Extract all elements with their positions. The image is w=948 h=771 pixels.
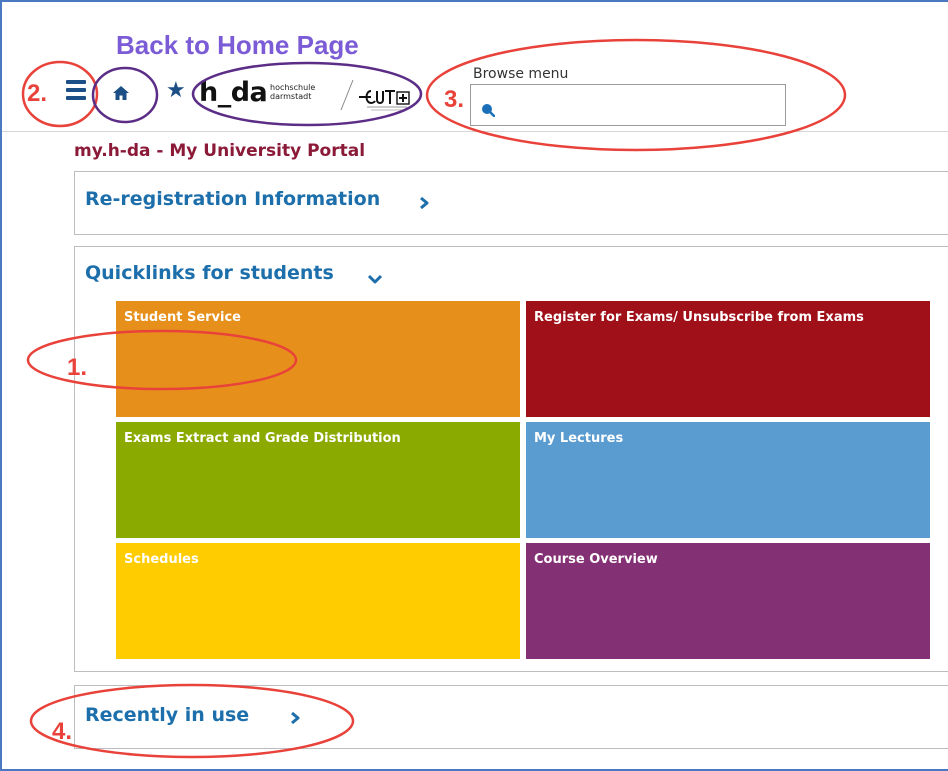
home-icon[interactable] (110, 82, 132, 104)
reregistration-card: Re-registration Information (74, 171, 948, 235)
tile-label: Register for Exams/ Unsubscribe from Exa… (534, 310, 864, 325)
star-icon[interactable]: ★ (166, 80, 186, 102)
tile-student-service[interactable]: Student Service (116, 301, 520, 417)
chevron-right-icon[interactable] (418, 196, 430, 210)
chevron-down-icon[interactable] (367, 273, 383, 285)
chevron-right-icon[interactable] (289, 711, 301, 725)
logo-subtitle: hochschule darmstadt (270, 83, 316, 101)
search-label: Browse menu (473, 66, 569, 82)
annotation-number-4: 4. (52, 718, 73, 745)
header-divider (2, 131, 948, 132)
reregistration-link[interactable]: Re-registration Information (85, 188, 380, 210)
tile-register-exams[interactable]: Register for Exams/ Unsubscribe from Exa… (526, 301, 930, 417)
quicklinks-card: Quicklinks for students Student Service … (74, 246, 948, 672)
recent-link[interactable]: Recently in use (85, 704, 249, 726)
hamburger-icon[interactable] (66, 80, 86, 102)
annotation-number-2: 2. (27, 80, 48, 107)
tile-label: Schedules (124, 552, 199, 567)
tile-label: My Lectures (534, 431, 624, 446)
quicklinks-toggle[interactable]: Quicklinks for students (85, 262, 334, 284)
recent-card: Recently in use (74, 685, 948, 749)
logo-divider (340, 79, 354, 111)
tile-exams-extract[interactable]: Exams Extract and Grade Distribution (116, 422, 520, 538)
annotation-number-1: 1. (67, 354, 88, 381)
tile-schedules[interactable]: Schedules (116, 543, 520, 659)
page-title: my.h-da - My University Portal (74, 141, 366, 161)
search-icon (482, 104, 495, 117)
tile-label: Student Service (124, 310, 241, 325)
annotation-back-to-home: Back to Home Page (116, 30, 359, 60)
logo-hda[interactable]: h_da (199, 78, 268, 108)
logo-eut[interactable] (357, 80, 419, 114)
search-input[interactable] (470, 84, 786, 126)
tile-course-overview[interactable]: Course Overview (526, 543, 930, 659)
tile-my-lectures[interactable]: My Lectures (526, 422, 930, 538)
annotation-number-3: 3. (444, 86, 465, 113)
tile-label: Course Overview (534, 552, 658, 567)
tile-label: Exams Extract and Grade Distribution (124, 431, 401, 446)
